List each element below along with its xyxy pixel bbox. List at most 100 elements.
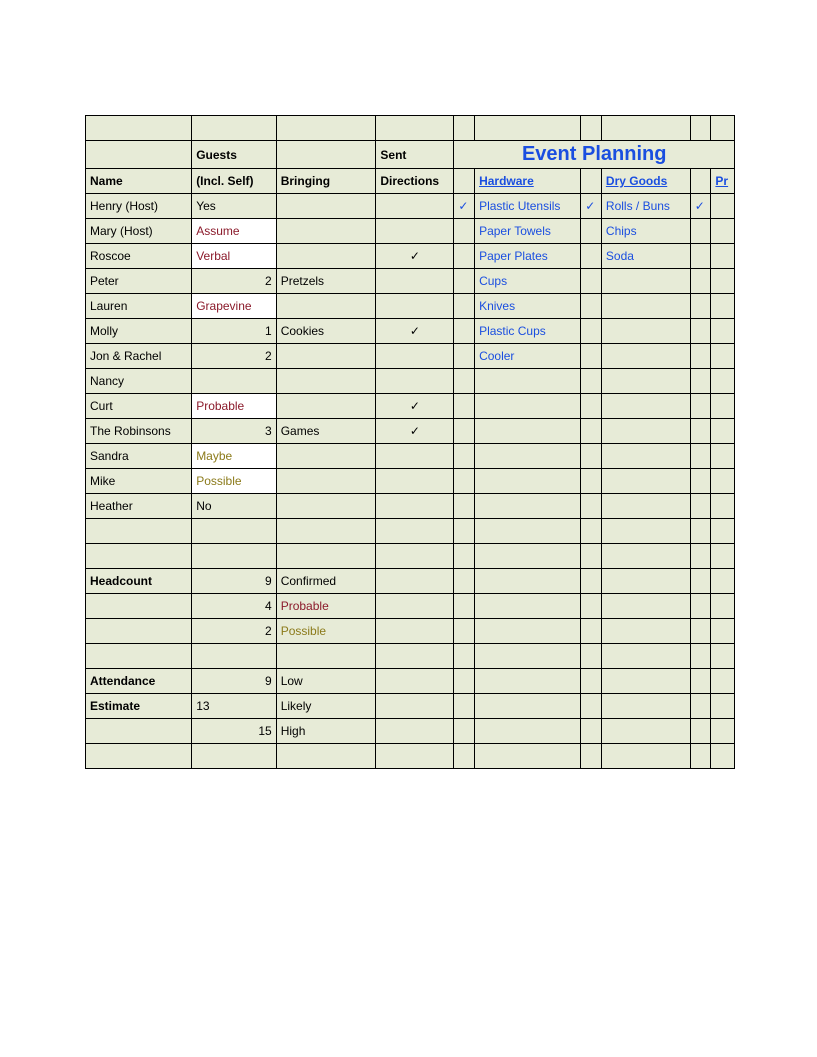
directions-cell[interactable] [376,294,454,319]
drygoods-cell[interactable] [601,394,690,419]
cell[interactable] [711,619,735,644]
dg-check-cell[interactable] [581,494,602,519]
name-cell[interactable]: Sandra [86,444,192,469]
cell[interactable] [475,744,581,769]
header-name[interactable]: Name [86,169,192,194]
pr-check-cell[interactable]: ✓ [690,194,711,219]
cell[interactable] [376,619,454,644]
name-cell[interactable]: Molly [86,319,192,344]
guests-cell[interactable]: Verbal [192,244,277,269]
hw-check-cell[interactable]: ✓ [454,194,475,219]
bringing-cell[interactable] [276,494,376,519]
summary-name-cell[interactable]: Attendance [86,669,192,694]
cell[interactable] [711,369,735,394]
summary-bringing-cell[interactable]: High [276,719,376,744]
bringing-cell[interactable] [276,369,376,394]
directions-cell[interactable] [376,194,454,219]
summary-guests-cell[interactable]: 13 [192,694,277,719]
cell[interactable] [475,644,581,669]
cell[interactable] [690,544,711,569]
hw-check-cell[interactable] [454,369,475,394]
drygoods-cell[interactable]: Soda [601,244,690,269]
name-cell[interactable]: Jon & Rachel [86,344,192,369]
bringing-cell[interactable] [276,469,376,494]
cell[interactable] [192,116,277,141]
directions-cell[interactable] [376,469,454,494]
cell[interactable] [581,116,602,141]
dg-check-cell[interactable]: ✓ [581,194,602,219]
name-cell[interactable]: Henry (Host) [86,194,192,219]
header-incl-self[interactable]: (Incl. Self) [192,169,277,194]
guests-cell[interactable]: 1 [192,319,277,344]
cell[interactable] [601,519,690,544]
directions-cell[interactable] [376,369,454,394]
cell[interactable] [690,594,711,619]
hw-check-cell[interactable] [454,444,475,469]
cell[interactable] [276,544,376,569]
hardware-cell[interactable]: Plastic Cups [475,319,581,344]
dg-check-cell[interactable] [581,469,602,494]
cell[interactable] [376,569,454,594]
cell[interactable] [475,619,581,644]
cell[interactable] [86,141,192,169]
cell[interactable] [581,544,602,569]
guests-cell[interactable]: Possible [192,469,277,494]
cell[interactable] [475,594,581,619]
pr-check-cell[interactable] [690,469,711,494]
cell[interactable] [581,519,602,544]
cell[interactable] [711,419,735,444]
cell[interactable] [454,694,475,719]
dg-check-cell[interactable] [581,369,602,394]
directions-cell[interactable] [376,494,454,519]
summary-guests-cell[interactable] [192,744,277,769]
pr-check-cell[interactable] [690,269,711,294]
cell[interactable] [581,719,602,744]
drygoods-cell[interactable] [601,344,690,369]
cell[interactable] [475,569,581,594]
directions-cell[interactable] [376,269,454,294]
cell[interactable] [276,519,376,544]
bringing-cell[interactable]: Cookies [276,319,376,344]
cell[interactable] [454,544,475,569]
directions-cell[interactable]: ✓ [376,419,454,444]
cell[interactable] [601,116,690,141]
hardware-cell[interactable]: Knives [475,294,581,319]
summary-bringing-cell[interactable] [276,644,376,669]
name-cell[interactable]: Nancy [86,369,192,394]
name-cell[interactable]: Curt [86,394,192,419]
cell[interactable] [690,744,711,769]
cell[interactable] [581,169,602,194]
summary-name-cell[interactable] [86,644,192,669]
hardware-cell[interactable] [475,494,581,519]
cell[interactable] [601,644,690,669]
cell[interactable] [601,569,690,594]
dg-check-cell[interactable] [581,394,602,419]
header-directions[interactable]: Directions [376,169,454,194]
hardware-cell[interactable]: Plastic Utensils [475,194,581,219]
dg-check-cell[interactable] [581,219,602,244]
cell[interactable] [711,344,735,369]
summary-bringing-cell[interactable]: Possible [276,619,376,644]
cell[interactable] [376,644,454,669]
drygoods-cell[interactable]: Rolls / Buns [601,194,690,219]
cell[interactable] [454,744,475,769]
cell[interactable] [192,544,277,569]
cell[interactable] [601,544,690,569]
cell[interactable] [475,544,581,569]
dg-check-cell[interactable] [581,269,602,294]
guests-cell[interactable]: No [192,494,277,519]
bringing-cell[interactable] [276,219,376,244]
guests-cell[interactable]: 3 [192,419,277,444]
summary-name-cell[interactable] [86,744,192,769]
name-cell[interactable]: Heather [86,494,192,519]
directions-cell[interactable] [376,444,454,469]
cell[interactable] [454,116,475,141]
guests-cell[interactable]: Maybe [192,444,277,469]
dg-check-cell[interactable] [581,244,602,269]
cell[interactable] [475,116,581,141]
cell[interactable] [711,319,735,344]
cell[interactable] [581,744,602,769]
hw-check-cell[interactable] [454,294,475,319]
cell[interactable] [376,694,454,719]
summary-guests-cell[interactable]: 15 [192,719,277,744]
